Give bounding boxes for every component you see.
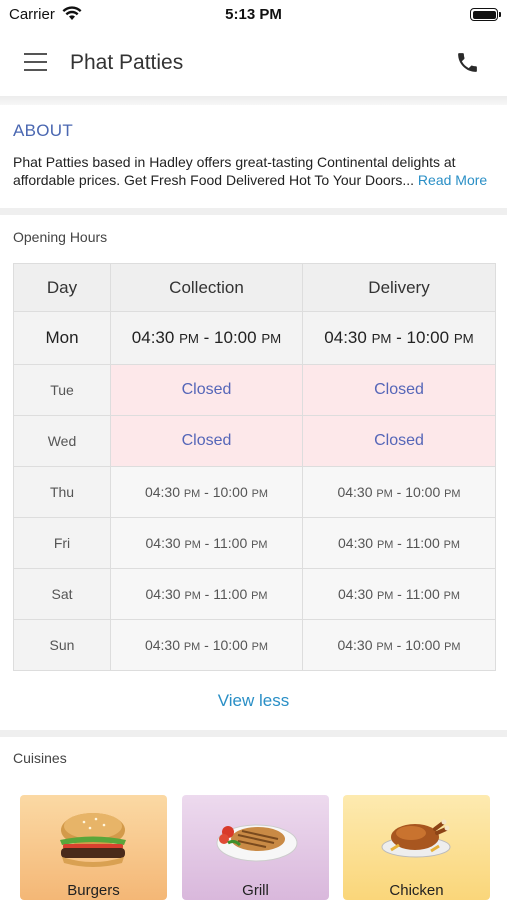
collection-hours-cell: 04:30 PM - 10:00 PM (110, 466, 303, 518)
column-header-day: Day (13, 263, 111, 312)
collection-hours-cell: 04:30 PM - 10:00 PM (110, 311, 303, 365)
collection-closed-cell: Closed (110, 364, 303, 416)
nav-bar: Phat Patties (0, 30, 507, 96)
delivery-closed-cell: Closed (302, 415, 496, 467)
table-row: Mon 04:30 PM - 10:00 PM 04:30 PM - 10:00… (13, 311, 496, 365)
section-divider (0, 730, 507, 737)
grilled-food-icon (216, 824, 298, 862)
clock-time: 5:13 PM (225, 6, 282, 23)
cuisine-label: Burgers (67, 882, 120, 899)
cuisine-label: Grill (242, 882, 269, 899)
day-cell: Fri (13, 517, 111, 569)
collection-closed-cell: Closed (110, 415, 303, 467)
cuisine-card-chicken[interactable]: Chicken (343, 795, 490, 900)
day-cell: Mon (13, 311, 111, 365)
day-cell: Sun (13, 619, 111, 671)
table-row: Sat 04:30 PM - 11:00 PM 04:30 PM - 11:00… (13, 568, 496, 620)
status-bar: Carrier 5:13 PM (0, 0, 507, 30)
about-text: Phat Patties based in Hadley offers grea… (13, 154, 456, 188)
table-row: Sun 04:30 PM - 10:00 PM 04:30 PM - 10:00… (13, 619, 496, 671)
delivery-hours-cell: 04:30 PM - 11:00 PM (302, 517, 496, 569)
section-divider (0, 208, 507, 215)
day-cell: Tue (13, 364, 111, 416)
battery-tip (499, 12, 501, 17)
cuisine-card-grill[interactable]: Grill (182, 795, 329, 900)
delivery-hours-cell: 04:30 PM - 10:00 PM (302, 311, 496, 365)
day-cell: Wed (13, 415, 111, 467)
page-title: Phat Patties (70, 51, 184, 74)
battery-icon (470, 8, 498, 21)
header-shadow (0, 96, 507, 105)
collection-hours-cell: 04:30 PM - 10:00 PM (110, 619, 303, 671)
collection-hours-cell: 04:30 PM - 11:00 PM (110, 517, 303, 569)
column-header-collection: Collection (110, 263, 303, 312)
table-header-row: Day Collection Delivery (13, 263, 496, 312)
table-row: Tue Closed Closed (13, 364, 496, 416)
read-more-link[interactable]: Read More (418, 172, 487, 188)
table-row: Thu 04:30 PM - 10:00 PM 04:30 PM - 10:00… (13, 466, 496, 518)
cuisine-card-burgers[interactable]: Burgers (20, 795, 167, 900)
burger-icon (60, 813, 126, 867)
delivery-closed-cell: Closed (302, 364, 496, 416)
view-less-link[interactable]: View less (0, 691, 507, 711)
table-row: Wed Closed Closed (13, 415, 496, 467)
roast-chicken-icon (381, 819, 451, 858)
about-description: Phat Patties based in Hadley offers grea… (13, 153, 499, 189)
day-cell: Sat (13, 568, 111, 620)
cuisine-label: Chicken (389, 882, 444, 899)
day-cell: Thu (13, 466, 111, 518)
table-row: Fri 04:30 PM - 11:00 PM 04:30 PM - 11:00… (13, 517, 496, 569)
column-header-delivery: Delivery (302, 263, 496, 312)
delivery-hours-cell: 04:30 PM - 10:00 PM (302, 466, 496, 518)
hamburger-menu-icon[interactable] (24, 53, 47, 71)
delivery-hours-cell: 04:30 PM - 11:00 PM (302, 568, 496, 620)
collection-hours-cell: 04:30 PM - 11:00 PM (110, 568, 303, 620)
delivery-hours-cell: 04:30 PM - 10:00 PM (302, 619, 496, 671)
opening-hours-heading: Opening Hours (13, 229, 108, 245)
opening-hours-table: Day Collection Delivery Mon 04:30 PM - 1… (13, 263, 496, 671)
phone-icon[interactable] (455, 50, 480, 75)
cuisines-heading: Cuisines (13, 750, 67, 766)
about-heading: ABOUT (13, 121, 74, 140)
